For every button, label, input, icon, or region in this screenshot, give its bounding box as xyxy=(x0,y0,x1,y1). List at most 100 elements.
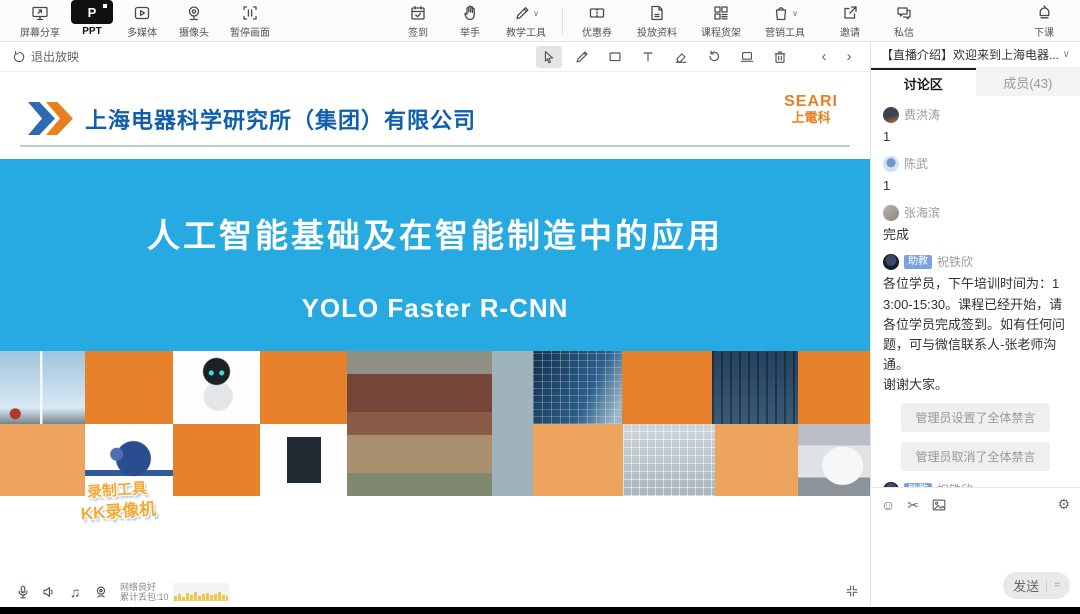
toolbar-item-pause-screen[interactable]: 暂停画面 xyxy=(220,2,280,39)
course-shelf-icon xyxy=(712,2,730,22)
chevron-down-icon[interactable]: ∨ xyxy=(1063,49,1070,60)
circuit-breaker-photo xyxy=(260,424,347,496)
packet-loss: 累计丢包:10 xyxy=(120,592,169,602)
chat-username: 祝铁欣 xyxy=(937,253,973,270)
microphone-icon[interactable] xyxy=(10,583,36,601)
exit-playback-button[interactable]: 退出放映 xyxy=(12,48,79,65)
playback-toolbar: 退出放映 xyxy=(0,42,870,72)
seari-logo: SEARI 上電科 xyxy=(784,94,838,124)
next-page-button[interactable]: › xyxy=(840,48,858,65)
toolbar-item-raise-hand[interactable]: 举手 xyxy=(444,2,496,39)
sparkline-bars xyxy=(173,583,229,601)
network-status: 网络良好 累计丢包:10 xyxy=(120,582,169,602)
speaker-icon[interactable] xyxy=(36,584,62,600)
network-sparkline[interactable] xyxy=(173,583,229,601)
system-message: 管理员取消了全体禁言 xyxy=(901,442,1049,471)
collapse-fullscreen-icon[interactable] xyxy=(844,583,860,604)
tab-discussion[interactable]: 讨论区 xyxy=(871,68,976,96)
chat-message-text: 1 xyxy=(883,176,1068,196)
slide-subtitle: YOLO Faster R-CNN xyxy=(0,293,870,324)
toolbar-item-coupon[interactable]: 优惠券 xyxy=(569,2,625,39)
webcam-icon[interactable] xyxy=(88,584,114,600)
send-button[interactable]: 发送 = xyxy=(1003,572,1070,599)
image-upload-icon[interactable] xyxy=(931,497,947,513)
text-tool-button[interactable] xyxy=(635,46,661,68)
chat-message-text: 完成 xyxy=(883,225,1068,245)
toolbar-item-label: 摄像头 xyxy=(179,24,209,39)
toolbar-item-end-class[interactable]: 下课 xyxy=(1018,2,1070,39)
teaching-tools-icon: ∨ xyxy=(513,2,539,22)
avatar[interactable] xyxy=(883,156,899,172)
orange-tile xyxy=(798,351,870,424)
orange-tile xyxy=(260,351,347,424)
toolbar-item-marketing-tools[interactable]: ∨ 营销工具 xyxy=(753,2,817,39)
message-input[interactable] xyxy=(881,513,1070,572)
chat-message: 费洪涛 1 xyxy=(883,106,1068,147)
title-banner: 人工智能基础及在智能制造中的应用 YOLO Faster R-CNN xyxy=(0,159,870,351)
toolbar-item-label: 教学工具 xyxy=(506,24,546,39)
avatar[interactable] xyxy=(883,205,899,221)
chat-feed[interactable]: 费洪涛 1 陈武 1 张海滨 完成 xyxy=(871,96,1080,487)
bottom-black-bar xyxy=(0,607,1080,614)
toolbar-item-label: 投放资料 xyxy=(637,24,677,39)
emoji-icon[interactable]: ☺ xyxy=(881,497,895,513)
send-row: 发送 = xyxy=(881,572,1070,599)
select-tool-button[interactable] xyxy=(536,46,562,68)
toolbar-item-label: PPT xyxy=(82,26,101,37)
sign-in-icon xyxy=(409,2,427,22)
chat-username: 张海滨 xyxy=(904,204,940,221)
raise-hand-icon xyxy=(461,2,479,22)
chat-message: 张海滨 完成 xyxy=(883,204,1068,245)
tab-members[interactable]: 成员(43) xyxy=(976,68,1080,96)
screenshot-icon[interactable]: ✂ xyxy=(907,497,919,513)
text-icon xyxy=(640,49,656,65)
chat-settings-icon[interactable]: ⚙ xyxy=(1057,496,1070,513)
toolbar-item-ppt[interactable]: P PPT xyxy=(68,4,116,37)
orange-tile xyxy=(0,424,85,496)
toolbar-item-label: 签到 xyxy=(408,24,428,39)
chat-panel: 【直播介绍】欢迎来到上海电器... ∨ 讨论区 成员(43) 费洪涛 1 xyxy=(870,42,1080,607)
toolbar-item-direct-message[interactable]: 私信 xyxy=(878,2,930,39)
avatar[interactable] xyxy=(883,254,899,270)
live-studio-window: 屏幕分享 P PPT 多媒体 摄像头 暂停画面 xyxy=(0,0,1080,614)
emc-chamber-photo xyxy=(623,424,715,496)
orange-tile xyxy=(85,351,173,424)
send-options-icon[interactable]: = xyxy=(1054,580,1060,591)
chat-message: 陈武 1 xyxy=(883,155,1068,196)
pen-icon xyxy=(574,49,590,65)
delete-annotation-button[interactable] xyxy=(767,46,793,68)
rectangle-tool-button[interactable] xyxy=(602,46,628,68)
slide-header: 上海电器科学研究所（集团）有限公司 SEARI 上電科 xyxy=(0,72,870,135)
pen-tool-button[interactable] xyxy=(569,46,595,68)
end-class-icon xyxy=(1035,2,1053,22)
robot-photo xyxy=(173,351,260,424)
background-music-icon[interactable]: ♫ xyxy=(62,584,88,600)
clear-screen-button[interactable] xyxy=(734,46,760,68)
toolbar-item-screen-share[interactable]: 屏幕分享 xyxy=(12,2,68,39)
live-room-title: 【直播介绍】欢迎来到上海电器... xyxy=(881,46,1059,63)
rectangle-icon xyxy=(607,49,623,65)
toolbar-item-sign-in[interactable]: 签到 xyxy=(392,2,444,39)
device-status-bar: ♫ 网络良好 累计丢包:10 xyxy=(0,577,870,607)
send-divider xyxy=(1046,580,1047,592)
camera-icon xyxy=(185,2,203,22)
undo-button[interactable] xyxy=(701,46,727,68)
toolbar-item-course-shelf[interactable]: 课程货架 xyxy=(689,2,753,39)
exit-playback-label: 退出放映 xyxy=(31,48,79,65)
toolbar-item-teaching-tools[interactable]: ∨ 教学工具 xyxy=(496,2,556,39)
toolbar-item-materials[interactable]: 投放资料 xyxy=(625,2,689,39)
chevron-down-icon: ∨ xyxy=(792,9,798,18)
screen-icon xyxy=(739,49,755,65)
toolbar-item-label: 屏幕分享 xyxy=(20,24,60,39)
wind-turbine-photo xyxy=(0,351,85,424)
avatar[interactable] xyxy=(883,107,899,123)
ppt-icon: P xyxy=(71,4,113,24)
toolbar-item-camera[interactable]: 摄像头 xyxy=(168,2,220,39)
toolbar-item-invite[interactable]: 邀请 xyxy=(822,2,878,39)
chat-message-text: 谢谢大家。 xyxy=(883,375,1068,395)
orange-tile xyxy=(622,351,712,424)
eraser-tool-button[interactable] xyxy=(668,46,694,68)
prev-page-button[interactable]: ‹ xyxy=(815,48,833,65)
toolbar-item-multimedia[interactable]: 多媒体 xyxy=(116,2,168,39)
undo-icon xyxy=(706,49,722,65)
